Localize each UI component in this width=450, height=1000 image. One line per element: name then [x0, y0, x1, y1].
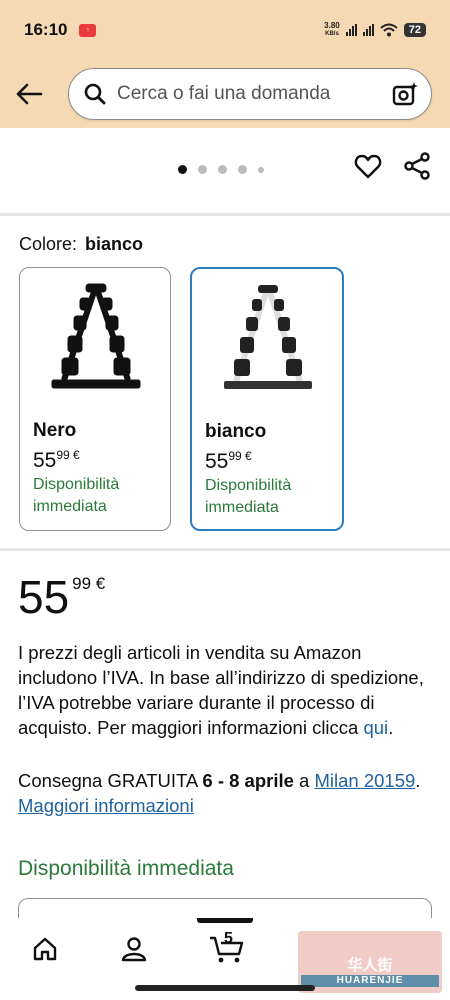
divider	[0, 548, 450, 551]
variant-availability: Disponibilità immediata	[205, 477, 292, 516]
colour-label: Colore: bianco	[19, 234, 143, 255]
status-bar: 16:10 ↑ 3.80 KB/s 72	[0, 0, 450, 60]
status-time: 16:10	[24, 20, 68, 39]
variant-price-fraction: 99 €	[228, 449, 252, 463]
dumbbell-rack-white-image	[224, 285, 312, 389]
divider	[0, 213, 450, 216]
search-icon	[84, 83, 106, 105]
search-input[interactable]	[107, 83, 391, 105]
watermark-band: HUARENJIE	[301, 975, 439, 987]
nav-home[interactable]	[23, 932, 67, 966]
variant-price: 5599 €	[205, 449, 252, 474]
price-whole: 55	[18, 571, 70, 623]
delivery-prefix: Consegna GRATUITA	[18, 770, 203, 791]
selected-colour: bianco	[85, 234, 144, 254]
variant-price: 5599 €	[33, 448, 80, 473]
variant-price-fraction: 99 €	[56, 448, 80, 462]
signal-icon-2	[362, 24, 374, 36]
delivery-separator: .	[415, 770, 421, 791]
availability-heading: Disponibilità immediata	[18, 857, 234, 880]
variant-availability: Disponibilità immediata	[33, 476, 120, 515]
vat-notice-suffix: .	[388, 717, 394, 738]
variant-card-white[interactable]: bianco 5599 € Disponibilità immediata	[190, 267, 344, 531]
carousel-dot[interactable]	[178, 165, 187, 174]
price-fraction: 99 €	[72, 574, 106, 593]
delivery-dates: 6 - 8 aprile	[202, 770, 294, 791]
signal-icon	[345, 24, 357, 36]
battery-indicator: 72	[403, 23, 426, 37]
carousel-dot[interactable]	[238, 165, 247, 174]
user-icon	[121, 937, 147, 962]
carousel-dots[interactable]	[178, 165, 264, 174]
nav-account[interactable]	[112, 932, 156, 966]
camera-search-icon[interactable]	[391, 80, 419, 108]
network-speed-unit: KB/s	[325, 31, 339, 37]
nav-cart[interactable]: 5	[204, 930, 250, 966]
carousel-dot[interactable]	[218, 165, 227, 174]
colour-label-text: Colore:	[19, 234, 78, 254]
notification-app-icon: ↑	[79, 23, 97, 37]
dumbbell-rack-black-image	[51, 283, 141, 389]
vat-notice: I prezzi degli articoli in vendita su Am…	[18, 640, 428, 740]
wishlist-heart-icon[interactable]	[354, 152, 382, 180]
delivery-more-info-link[interactable]: Maggiori informazioni	[18, 795, 194, 816]
network-speed-value: 3.80	[324, 21, 340, 30]
variant-price-whole: 55	[33, 449, 57, 472]
delivery-info: Consegna GRATUITA 6 - 8 aprile a Milan 2…	[18, 768, 428, 818]
active-tab-indicator	[197, 918, 253, 923]
wifi-icon	[380, 23, 398, 37]
product-price: 55 99 €	[18, 570, 105, 624]
delivery-location-link[interactable]: Milan 20159	[314, 770, 415, 791]
image-carousel-controls	[0, 128, 450, 214]
network-speed: 3.80 KB/s	[324, 22, 340, 38]
delivery-middle: a	[293, 770, 315, 791]
search-header	[0, 60, 450, 128]
gesture-home-bar[interactable]	[135, 985, 315, 991]
carousel-dot[interactable]	[198, 165, 207, 174]
watermark-text: 华人街	[347, 957, 393, 974]
vat-info-link[interactable]: qui	[363, 717, 388, 738]
cart-count-badge: 5	[224, 930, 233, 947]
variant-name: bianco	[205, 421, 267, 442]
watermark-logo: 华人街 HUARENJIE	[298, 931, 442, 993]
variant-card-black[interactable]: Nero 5599 € Disponibilità immediata	[19, 267, 171, 531]
variant-price-whole: 55	[205, 450, 229, 473]
back-arrow-icon	[16, 83, 43, 105]
back-button[interactable]	[12, 77, 46, 111]
carousel-dot[interactable]	[258, 166, 264, 173]
search-bar[interactable]	[68, 68, 432, 120]
variant-name: Nero	[33, 420, 77, 441]
home-icon	[33, 937, 57, 961]
status-indicators: 3.80 KB/s 72	[324, 22, 426, 38]
share-icon[interactable]	[403, 152, 431, 180]
